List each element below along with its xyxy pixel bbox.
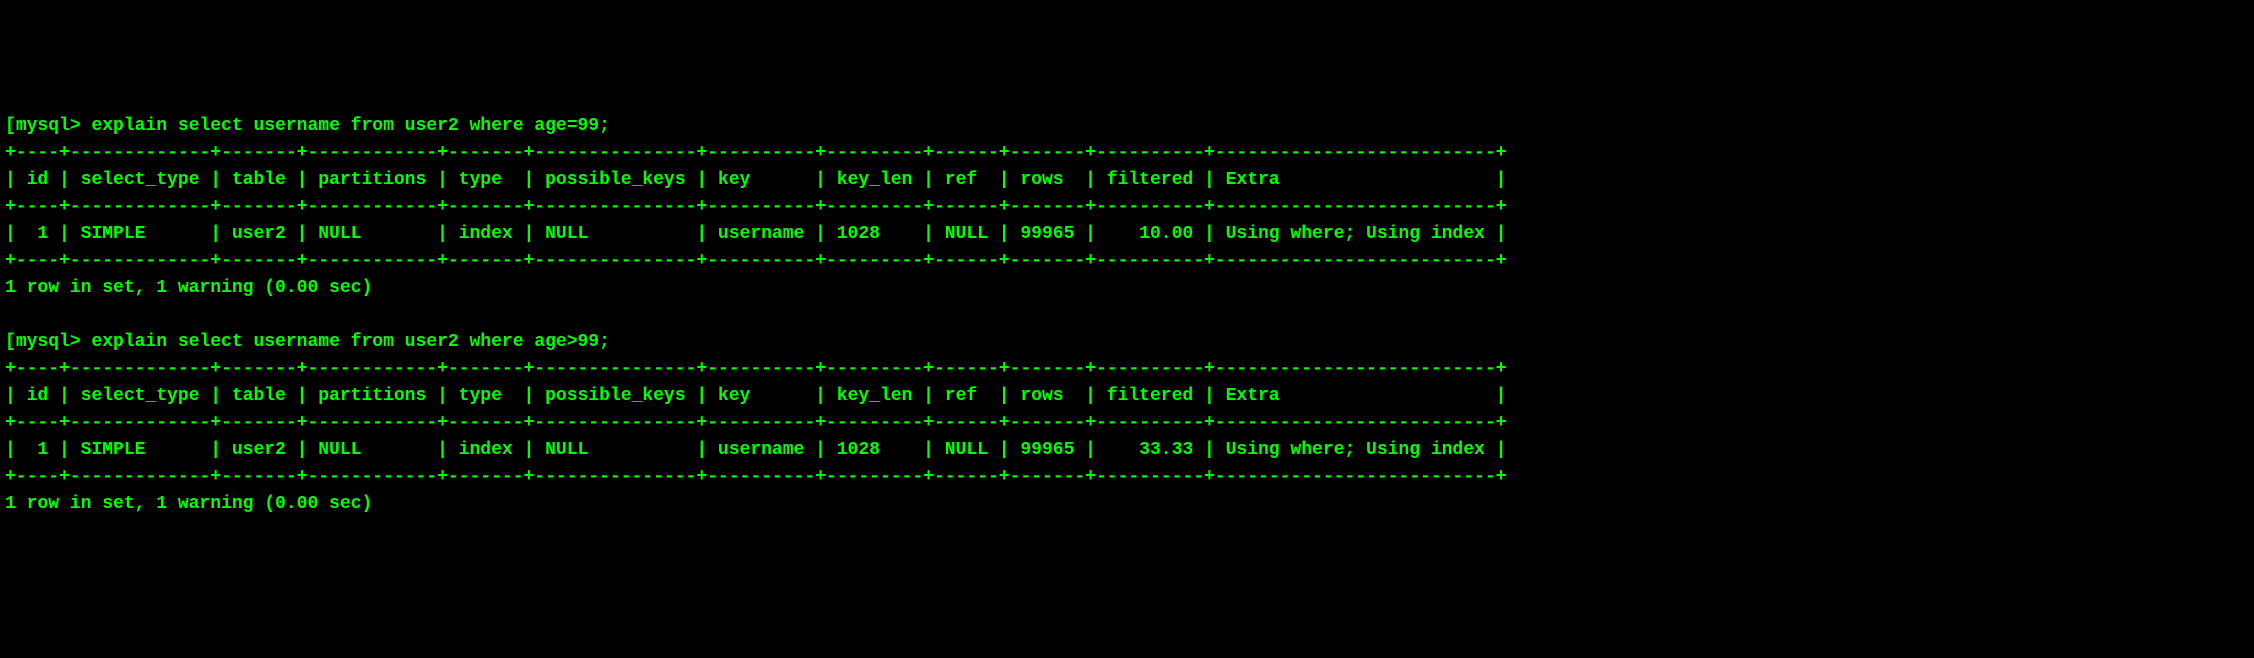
terminal-output: [mysql> explain select username from use… (5, 113, 2249, 518)
table-border: +----+-------------+-------+------------… (5, 356, 2249, 383)
table-header-row: | id | select_type | table | partitions … (5, 167, 2249, 194)
mysql-prompt: mysql> (16, 116, 81, 136)
sql-command-1: explain select username from user2 where… (81, 116, 610, 136)
table-data-row: | 1 | SIMPLE | user2 | NULL | index | NU… (5, 437, 2249, 464)
mysql-prompt: mysql> (16, 332, 81, 352)
command-line-2[interactable]: [mysql> explain select username from use… (5, 329, 2249, 356)
result-summary-1: 1 row in set, 1 warning (0.00 sec) (5, 275, 2249, 302)
table-border: +----+-------------+-------+------------… (5, 194, 2249, 221)
table-border: +----+-------------+-------+------------… (5, 248, 2249, 275)
command-line-1[interactable]: [mysql> explain select username from use… (5, 113, 2249, 140)
table-border: +----+-------------+-------+------------… (5, 464, 2249, 491)
prompt-bracket: [ (5, 116, 16, 136)
table-border: +----+-------------+-------+------------… (5, 410, 2249, 437)
table-border: +----+-------------+-------+------------… (5, 140, 2249, 167)
blank-line (5, 302, 2249, 329)
prompt-bracket: [ (5, 332, 16, 352)
table-data-row: | 1 | SIMPLE | user2 | NULL | index | NU… (5, 221, 2249, 248)
result-summary-2: 1 row in set, 1 warning (0.00 sec) (5, 491, 2249, 518)
table-header-row: | id | select_type | table | partitions … (5, 383, 2249, 410)
sql-command-2: explain select username from user2 where… (81, 332, 610, 352)
